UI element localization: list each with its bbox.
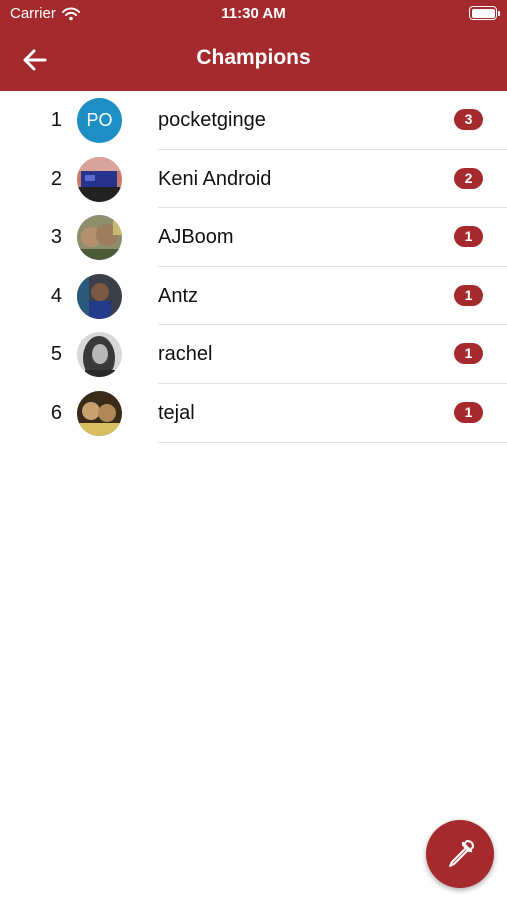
champion-name: rachel	[158, 343, 213, 366]
app-header: Carrier 11:30 AM Champions	[0, 0, 507, 91]
wins-badge: 1	[454, 401, 483, 423]
rank-number: 6	[50, 401, 62, 424]
champion-name: Keni Android	[158, 167, 272, 190]
eyedropper-fab-button[interactable]	[426, 820, 494, 888]
divider	[158, 441, 507, 443]
champion-name: tejal	[158, 401, 195, 424]
wins-badge: 3	[454, 109, 483, 130]
avatar	[77, 390, 122, 436]
avatar-initials: PO	[77, 98, 122, 143]
list-item[interactable]: 2 Keni Android 2	[0, 150, 507, 209]
avatar	[77, 215, 122, 261]
wins-badge: 2	[454, 167, 483, 189]
status-time: 11:30 AM	[221, 5, 286, 22]
navigation-bar: Champions	[0, 36, 507, 84]
avatar	[77, 156, 122, 202]
list-item[interactable]: 3 AJBoom 1	[0, 208, 507, 267]
avatar: PO	[77, 98, 122, 143]
eyedropper-icon	[449, 840, 474, 867]
battery-icon	[469, 6, 500, 20]
rank-number: 2	[50, 167, 62, 190]
wins-badge: 1	[454, 226, 483, 248]
page-title: Champions	[196, 46, 311, 69]
list-item[interactable]: 6 tejal 1	[0, 384, 507, 443]
wins-badge: 1	[454, 284, 483, 306]
avatar	[77, 273, 122, 319]
list-item[interactable]: 4 Antz 1	[0, 267, 507, 326]
wins-badge: 1	[454, 343, 483, 365]
champion-name: AJBoom	[158, 226, 234, 249]
champions-list: 1 PO pocketginge 3 2 Keni Android 2 3 AJ…	[0, 91, 507, 443]
status-bar: Carrier 11:30 AM	[0, 0, 507, 28]
list-item[interactable]: 1 PO pocketginge 3	[0, 91, 507, 150]
champion-name: Antz	[158, 284, 199, 307]
list-item[interactable]: 5 rachel 1	[0, 325, 507, 384]
rank-number: 3	[50, 226, 62, 249]
rank-number: 5	[50, 343, 62, 366]
avatar	[77, 332, 122, 378]
rank-number: 1	[50, 109, 62, 131]
champion-name: pocketginge	[158, 109, 266, 131]
rank-number: 4	[50, 284, 62, 307]
